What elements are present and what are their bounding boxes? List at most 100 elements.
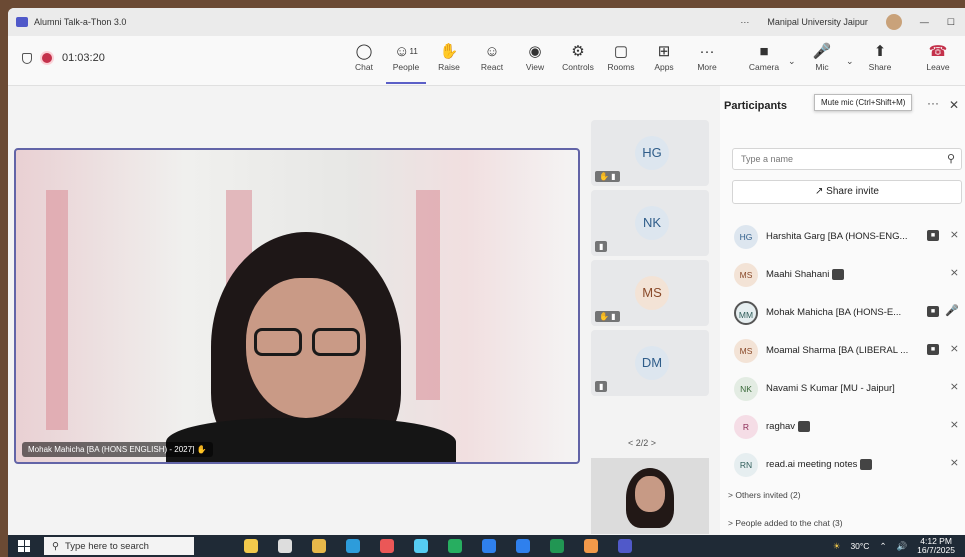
mic-off-icon: ⨯ bbox=[949, 457, 959, 469]
view-icon: ◉ bbox=[528, 43, 542, 60]
taskbar-search-input[interactable]: ⚲ Type here to search bbox=[44, 537, 194, 555]
share-icon: ⬆ bbox=[873, 43, 887, 60]
mic-off-icon: ▮ bbox=[595, 241, 608, 252]
windows-start-icon[interactable] bbox=[18, 540, 30, 552]
firefox-icon[interactable] bbox=[584, 539, 598, 553]
main-video-label: Mohak Mahicha [BA (HONS ENGLISH) - 2027]… bbox=[22, 442, 213, 457]
leave-icon: ☎ bbox=[928, 43, 948, 60]
edge-icon[interactable] bbox=[346, 539, 360, 553]
participant-row[interactable]: MM Mohak Mahicha [BA (HONS-E... ■ 🎤 bbox=[732, 298, 965, 328]
clock-date: 16/7/2025 bbox=[917, 545, 955, 555]
taskbar-apps bbox=[244, 539, 632, 553]
minimize-icon[interactable]: — bbox=[920, 17, 929, 27]
video-tile-ms[interactable]: MS ✋ ▮ bbox=[591, 260, 709, 326]
controls-button[interactable]: ⚙ Controls bbox=[558, 42, 598, 72]
leave-button[interactable]: ☎ Leave bbox=[918, 42, 958, 72]
share-button[interactable]: ⬆ Share bbox=[860, 42, 900, 72]
participant-row[interactable]: NK Navami S Kumar [MU - Jaipur] ⨯ bbox=[732, 374, 965, 404]
excel-icon[interactable] bbox=[550, 539, 564, 553]
window-title: Alumni Talk-a-Thon 3.0 bbox=[34, 17, 127, 27]
view-button[interactable]: ◉ View bbox=[515, 42, 555, 72]
chevron-up-icon[interactable]: ⌃ bbox=[879, 541, 886, 552]
people-button[interactable]: ☺11 People bbox=[386, 42, 426, 84]
participant-row[interactable]: Rraghav ⨯ bbox=[732, 412, 965, 442]
windows-taskbar: ⚲ Type here to search ☀ 30°C ⌃ 🔊 4:12 PM … bbox=[8, 535, 965, 557]
participant-row[interactable]: HG Harshita Garg [BA (HONS-ENG... ■ ⨯ bbox=[732, 222, 965, 252]
task-view-icon[interactable] bbox=[278, 539, 292, 553]
self-face bbox=[635, 476, 665, 512]
speaker-glasses bbox=[254, 328, 364, 358]
more-icon[interactable]: ··· bbox=[927, 96, 939, 110]
camera-icon bbox=[832, 269, 845, 280]
camera-button[interactable]: ■ Camera bbox=[744, 42, 784, 72]
avatar: HG bbox=[734, 225, 758, 249]
teams-logo-icon bbox=[16, 17, 28, 27]
self-view-video[interactable] bbox=[591, 458, 709, 534]
react-icon: ☺ bbox=[484, 43, 500, 60]
mic-off-icon: ⨯ bbox=[949, 419, 959, 431]
others-invited-section[interactable]: > Others invited (2) bbox=[728, 490, 801, 500]
app-icon[interactable] bbox=[414, 539, 428, 553]
app-icon[interactable] bbox=[448, 539, 462, 553]
participant-search-input[interactable]: Type a name ⚲ bbox=[732, 148, 962, 170]
speaker-body bbox=[166, 418, 456, 462]
video-tile-nk[interactable]: NK ▮ bbox=[591, 190, 709, 256]
video-tile-hg[interactable]: HG ✋ ▮ bbox=[591, 120, 709, 186]
more-button[interactable]: ··· More bbox=[687, 42, 727, 72]
mic-off-icon: ⨯ bbox=[949, 343, 959, 355]
mic-off-icon: ⨯ bbox=[949, 229, 959, 241]
rooms-button[interactable]: ▢ Rooms bbox=[601, 42, 641, 72]
file-explorer-icon[interactable] bbox=[312, 539, 326, 553]
teams-window: Alumni Talk-a-Thon 3.0 ··· Manipal Unive… bbox=[8, 8, 965, 535]
maximize-icon[interactable]: ☐ bbox=[947, 17, 955, 28]
close-icon[interactable]: ✕ bbox=[949, 98, 959, 112]
react-button[interactable]: ☺ React bbox=[472, 42, 512, 72]
weather-icon: ☀ bbox=[832, 540, 841, 551]
tile-initials: MS bbox=[635, 276, 669, 310]
apps-icon: ⊞ bbox=[657, 43, 671, 60]
controls-icon: ⚙ bbox=[571, 43, 585, 60]
more-icon: ··· bbox=[699, 43, 715, 60]
volume-icon[interactable]: 🔊 bbox=[897, 541, 908, 552]
mic-off-icon: ⨯ bbox=[949, 267, 959, 279]
mic-button[interactable]: 🎤 Mic bbox=[802, 42, 842, 72]
title-bar: Alumni Talk-a-Thon 3.0 ··· Manipal Unive… bbox=[8, 8, 965, 36]
camera-icon: ■ bbox=[927, 344, 939, 355]
participant-row[interactable]: MS Maahi Shahani ⨯ bbox=[732, 260, 965, 290]
search-icon: ⚲ bbox=[946, 153, 955, 165]
added-to-chat-section[interactable]: > People added to the chat (3) bbox=[728, 518, 843, 528]
share-icon: ↗ bbox=[815, 186, 824, 197]
shield-icon bbox=[22, 52, 32, 64]
apps-button[interactable]: ⊞ Apps bbox=[644, 42, 684, 72]
teams-icon[interactable] bbox=[618, 539, 632, 553]
camera-chevron-down-icon[interactable]: ⌄ bbox=[788, 56, 796, 67]
main-video-tile[interactable]: Mohak Mahicha [BA (HONS ENGLISH) - 2027]… bbox=[14, 148, 580, 464]
mic-chevron-down-icon[interactable]: ⌄ bbox=[846, 56, 854, 67]
raise-button[interactable]: ✋ Raise bbox=[429, 42, 469, 72]
avatar: MS bbox=[734, 339, 758, 363]
tile-pager[interactable]: < 2/2 > bbox=[628, 438, 656, 448]
record-icon bbox=[42, 53, 52, 63]
participant-row[interactable]: MS Moamal Sharma [BA (LIBERAL ... ■ ⨯ bbox=[732, 336, 965, 366]
video-tile-dm[interactable]: DM ▮ bbox=[591, 330, 709, 396]
share-invite-button[interactable]: ↗ Share invite bbox=[732, 180, 962, 204]
rooms-icon: ▢ bbox=[613, 43, 629, 60]
chat-button[interactable]: ◯ Chat bbox=[344, 42, 384, 72]
mic-off-icon: ⨯ bbox=[949, 381, 959, 393]
avatar: NK bbox=[734, 377, 758, 401]
meeting-timer: 01:03:20 bbox=[22, 52, 105, 64]
panel-title: Participants bbox=[724, 100, 787, 112]
background-stripe bbox=[416, 190, 440, 400]
camera-icon: ■ bbox=[927, 230, 939, 241]
avatar[interactable] bbox=[885, 14, 902, 30]
widgets-icon[interactable] bbox=[244, 539, 258, 553]
mic-tooltip: Mute mic (Ctrl+Shift+M) bbox=[814, 94, 913, 111]
app-icon[interactable] bbox=[516, 539, 530, 553]
chrome-icon[interactable] bbox=[380, 539, 394, 553]
more-icon[interactable]: ··· bbox=[740, 17, 749, 27]
participant-row[interactable]: RN read.ai meeting notes ⨯ bbox=[732, 450, 965, 480]
word-icon[interactable] bbox=[482, 539, 496, 553]
mic-off-icon: ▮ bbox=[595, 381, 608, 392]
mic-off-icon: ✋ ▮ bbox=[595, 171, 620, 182]
background-stripe bbox=[46, 190, 68, 430]
